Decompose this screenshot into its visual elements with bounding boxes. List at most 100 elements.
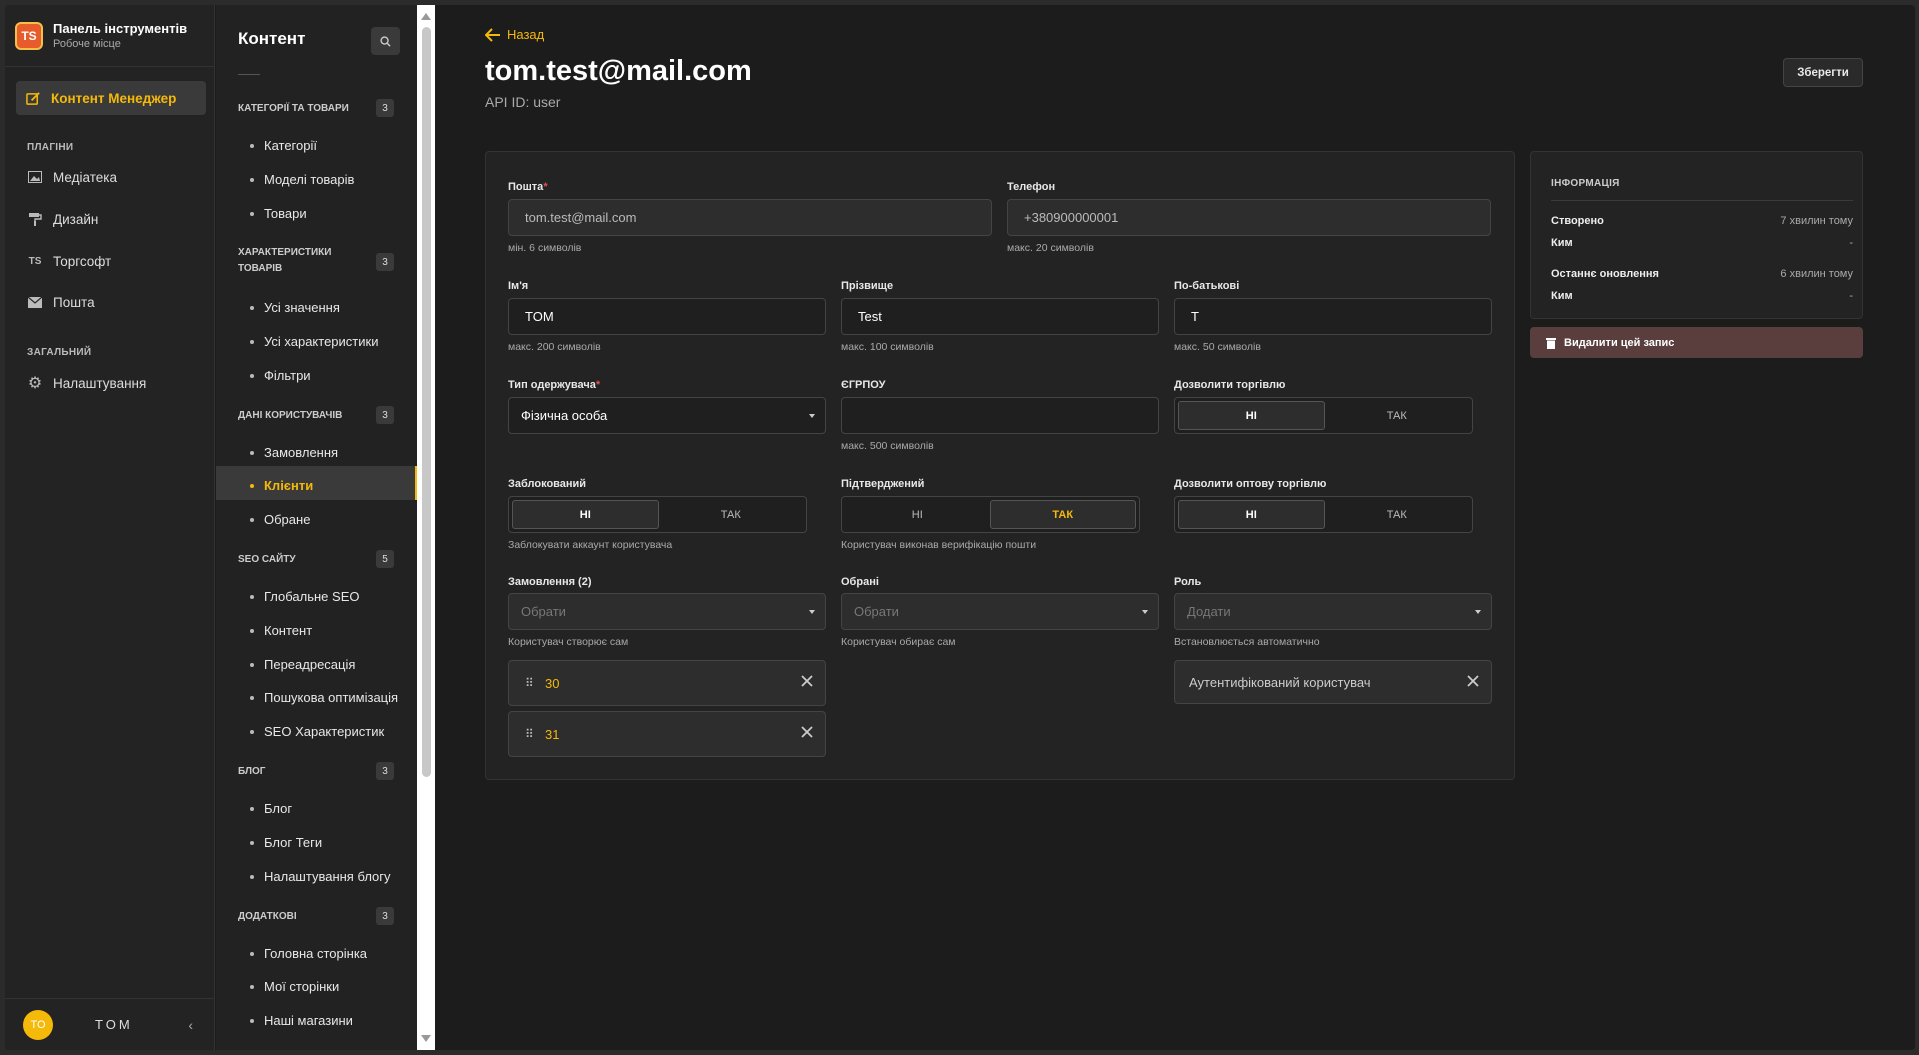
- sidebar-item-blog[interactable]: Блог: [250, 801, 292, 816]
- scrollbar[interactable]: [417, 5, 435, 1050]
- nav-item-settings[interactable]: ⚙ Налаштування: [27, 375, 146, 392]
- email-field[interactable]: tom.test@mail.com: [508, 199, 992, 236]
- close-icon[interactable]: [801, 725, 813, 743]
- scroll-down-arrow-icon[interactable]: [421, 1035, 431, 1042]
- order-chip-value[interactable]: 31: [545, 727, 559, 742]
- last-name-hint: макс. 100 символів: [841, 341, 934, 353]
- info-title: ІНФОРМАЦІЯ: [1551, 178, 1620, 189]
- email-label: Пошта*: [508, 181, 548, 193]
- recipient-type-select[interactable]: Фізична особа: [508, 397, 826, 434]
- favorites-hint: Користувач обирає сам: [841, 636, 956, 648]
- edit-form: Пошта* tom.test@mail.com мін. 6 символів…: [485, 151, 1515, 780]
- search-button[interactable]: [371, 27, 400, 55]
- last-name-label: Прізвище: [841, 280, 894, 292]
- toggle-option-yes[interactable]: ТАК: [989, 500, 1136, 529]
- blocked-label: Заблокований: [508, 478, 587, 490]
- paint-roller-icon: [27, 211, 43, 227]
- last-name-field[interactable]: Test: [841, 298, 1159, 335]
- sidebar-item-our-stores[interactable]: Наші магазини: [250, 1013, 353, 1028]
- nav-item-design[interactable]: Дизайн: [27, 211, 98, 227]
- order-chip[interactable]: ⠿ 31: [508, 711, 826, 757]
- close-icon[interactable]: [801, 674, 813, 692]
- confirmed-label: Підтверджений: [841, 478, 925, 490]
- back-link[interactable]: Назад: [485, 27, 544, 42]
- api-id: API ID: user: [485, 94, 561, 110]
- allow-wholesale-toggle: НІ ТАК: [1174, 496, 1473, 533]
- sidebar-item-blog-settings[interactable]: Налаштування блогу: [250, 869, 391, 884]
- sidebar-item-categories[interactable]: Категорії: [250, 138, 317, 153]
- order-chip[interactable]: ⠿ 30: [508, 660, 826, 706]
- brand-title: Панель інструментів: [53, 21, 188, 36]
- sidebar-item-home-page[interactable]: Головна сторінка: [250, 946, 367, 961]
- image-icon: [27, 169, 43, 185]
- nav-item-torgsoft[interactable]: TS Торгсофт: [27, 253, 112, 269]
- nav-item-media[interactable]: Медіатека: [27, 169, 117, 185]
- sidebar-item-products[interactable]: Товари: [250, 206, 307, 221]
- role-chip[interactable]: Аутентифікований користувач: [1174, 660, 1492, 704]
- sidebar-item-favorites[interactable]: Обране: [250, 512, 310, 527]
- toggle-option-no[interactable]: НІ: [1178, 500, 1325, 529]
- sidebar-item-global-seo[interactable]: Глобальне SEO: [250, 589, 359, 604]
- phone-field[interactable]: +380900000001: [1007, 199, 1491, 236]
- avatar[interactable]: TO: [23, 1009, 53, 1040]
- group-count-badge: 3: [376, 406, 394, 424]
- patronymic-label: По-батькові: [1174, 280, 1240, 292]
- sidebar-item-seo-characteristics[interactable]: SEO Характеристик: [250, 724, 384, 739]
- collapse-chevron-icon[interactable]: ‹: [188, 1017, 193, 1033]
- recipient-type-label: Тип одержувача*: [508, 379, 601, 391]
- toggle-option-yes[interactable]: ТАК: [1325, 401, 1470, 430]
- nav-item-mail[interactable]: Пошта: [27, 294, 95, 310]
- role-label: Роль: [1174, 576, 1202, 588]
- nav-section-general: ЗАГАЛЬНИЙ: [27, 347, 92, 358]
- edrpou-label: ЄГРПОУ: [841, 379, 886, 391]
- sidebar-item-clients[interactable]: Клієнти: [250, 478, 313, 493]
- toggle-option-yes[interactable]: ТАК: [1325, 500, 1470, 529]
- phone-label: Телефон: [1007, 181, 1056, 193]
- search-icon: [380, 35, 391, 47]
- role-select[interactable]: Додати: [1174, 593, 1492, 630]
- close-icon[interactable]: [1467, 674, 1479, 692]
- toggle-option-no[interactable]: НІ: [512, 500, 659, 529]
- scroll-up-arrow-icon[interactable]: [421, 13, 431, 20]
- orders-select[interactable]: Обрати: [508, 593, 826, 630]
- drag-handle-icon[interactable]: ⠿: [525, 727, 535, 741]
- first-name-field[interactable]: TOM: [508, 298, 826, 335]
- blocked-toggle: НІ ТАК: [508, 496, 807, 533]
- first-name-hint: макс. 200 символів: [508, 341, 601, 353]
- sidebar-item-orders[interactable]: Замовлення: [250, 445, 338, 460]
- group-title[interactable]: ХАРАКТЕРИСТИКИ ТОВАРІВ: [238, 245, 348, 277]
- favorites-label: Обрані: [841, 576, 879, 588]
- scroll-thumb[interactable]: [422, 27, 431, 777]
- sidebar-item-redirects[interactable]: Переадресація: [250, 657, 355, 672]
- role-hint: Встановлюється автоматично: [1174, 636, 1320, 648]
- group-count-badge: 3: [376, 907, 394, 925]
- delete-button[interactable]: Видалити цей запис: [1530, 327, 1863, 358]
- nav-item-label: Контент Менеджер: [51, 90, 177, 106]
- order-chip-value[interactable]: 30: [545, 676, 559, 691]
- sidebar-item-search-optimization[interactable]: Пошукова оптимізація: [250, 690, 398, 705]
- divider: [238, 74, 260, 75]
- user-bar: TO TOM ‹: [5, 998, 215, 1050]
- sidebar-item-product-models[interactable]: Моделі товарів: [250, 172, 354, 187]
- toggle-option-yes[interactable]: ТАК: [659, 500, 804, 529]
- sidebar-item-my-pages[interactable]: Мої сторінки: [250, 979, 339, 994]
- drag-handle-icon[interactable]: ⠿: [525, 676, 535, 690]
- email-hint: мін. 6 символів: [508, 242, 582, 254]
- edrpou-field[interactable]: [841, 397, 1159, 434]
- info-row-created-by: Ким -: [1551, 237, 1853, 249]
- group-count-badge: 3: [376, 99, 394, 117]
- edit-icon: [26, 91, 41, 106]
- group-count-badge: 5: [376, 550, 394, 568]
- patronymic-field[interactable]: T: [1174, 298, 1492, 335]
- nav-item-content-manager[interactable]: Контент Менеджер: [16, 81, 206, 115]
- toggle-option-no[interactable]: НІ: [845, 500, 990, 529]
- sidebar-item-seo-content[interactable]: Контент: [250, 623, 312, 638]
- sidebar-item-all-characteristics[interactable]: Усі характеристики: [250, 334, 378, 349]
- save-button[interactable]: Зберегти: [1783, 58, 1863, 87]
- sidebar-item-all-values[interactable]: Усі значення: [250, 300, 340, 315]
- sidebar-item-blog-tags[interactable]: Блог Теги: [250, 835, 322, 850]
- user-name: TOM: [95, 1017, 133, 1032]
- favorites-select[interactable]: Обрати: [841, 593, 1159, 630]
- toggle-option-no[interactable]: НІ: [1178, 401, 1325, 430]
- sidebar-item-filters[interactable]: Фільтри: [250, 368, 311, 383]
